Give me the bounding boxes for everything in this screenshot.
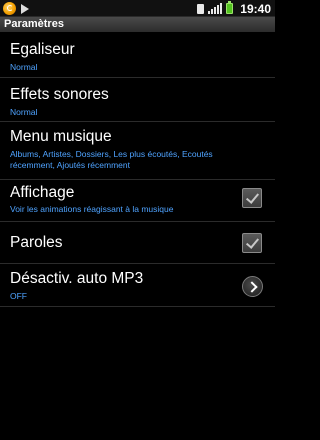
notification-icons xyxy=(3,1,29,16)
chevron-right-icon[interactable] xyxy=(242,276,263,297)
setting-menu-musique[interactable]: Menu musique Albums, Artistes, Dossiers,… xyxy=(0,122,275,179)
setting-title: Egaliseur xyxy=(10,41,75,58)
setting-summary: Voir les animations réagissant à la musi… xyxy=(10,204,174,214)
sim-icon xyxy=(197,3,205,14)
status-bar: 19:40 xyxy=(0,0,275,17)
setting-affichage[interactable]: Affichage Voir les animations réagissant… xyxy=(0,180,275,221)
divider xyxy=(0,306,275,307)
affichage-checkbox[interactable] xyxy=(242,188,262,208)
setting-summary: Normal xyxy=(10,62,38,72)
setting-desactiv-auto-mp3[interactable]: Désactiv. auto MP3 OFF xyxy=(0,264,275,306)
signal-icon xyxy=(208,3,223,14)
status-time: 19:40 xyxy=(240,1,271,16)
setting-title: Désactiv. auto MP3 xyxy=(10,270,144,287)
setting-title: Effets sonores xyxy=(10,86,109,103)
battery-icon xyxy=(226,1,234,14)
system-icons: 19:40 xyxy=(197,0,271,17)
setting-title: Affichage xyxy=(10,184,75,201)
page-title: Paramètres xyxy=(4,18,64,30)
setting-effets-sonores[interactable]: Effets sonores Normal xyxy=(0,78,275,121)
setting-summary: Albums, Artistes, Dossiers, Les plus éco… xyxy=(10,149,213,170)
paroles-checkbox[interactable] xyxy=(242,233,262,253)
play-icon xyxy=(21,3,29,14)
setting-paroles[interactable]: Paroles xyxy=(0,222,275,263)
app-icon xyxy=(3,2,16,15)
setting-title: Menu musique xyxy=(10,128,112,145)
setting-egaliseur[interactable]: Egaliseur Normal xyxy=(0,33,275,77)
setting-summary: Normal xyxy=(10,107,38,117)
setting-summary: OFF xyxy=(10,291,27,301)
setting-title: Paroles xyxy=(10,234,63,251)
title-bar: Paramètres xyxy=(0,17,275,33)
